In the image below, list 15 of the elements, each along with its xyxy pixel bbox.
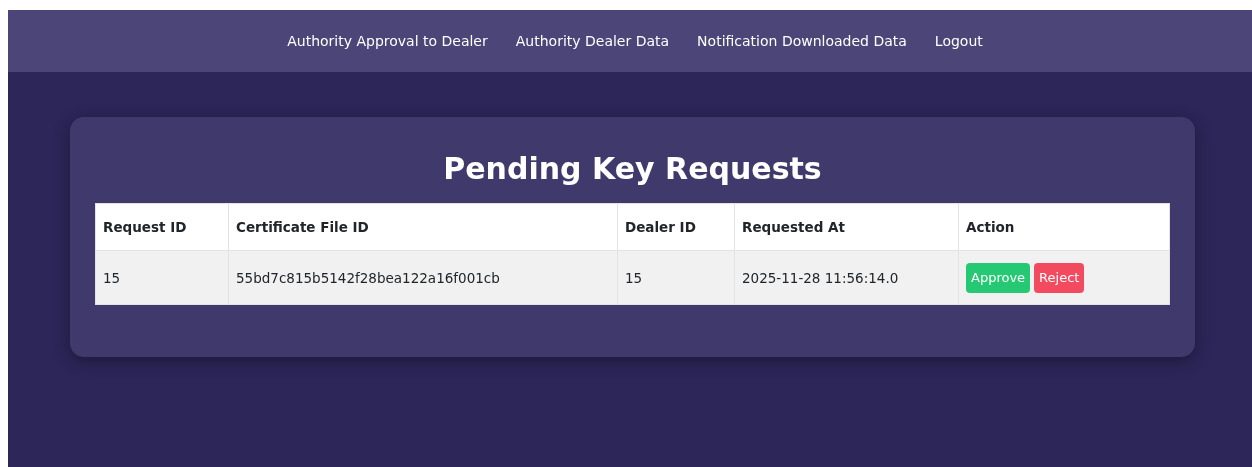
column-header: Dealer ID [617, 203, 735, 251]
column-header: Certificate File ID [228, 203, 618, 251]
nav-link[interactable]: Notification Downloaded Data [697, 30, 907, 52]
nav-link[interactable]: Authority Dealer Data [515, 30, 670, 52]
nav-link[interactable]: Authority Approval to Dealer [287, 30, 488, 52]
column-header: Requested At [734, 203, 959, 251]
nav-link[interactable]: Logout [934, 30, 983, 52]
table-cell: 2025-11-28 11:56:14.0 [734, 250, 959, 305]
table-cell: 15 [617, 250, 735, 305]
reject-button[interactable]: Reject [1034, 263, 1085, 293]
panel-title: Pending Key Requests [442, 151, 823, 187]
table-cell: 55bd7c815b5142f28bea122a16f001cb [228, 250, 618, 305]
column-header: Request ID [95, 203, 229, 251]
table-cell: 15 [95, 250, 229, 305]
column-header: Action [958, 203, 1170, 251]
